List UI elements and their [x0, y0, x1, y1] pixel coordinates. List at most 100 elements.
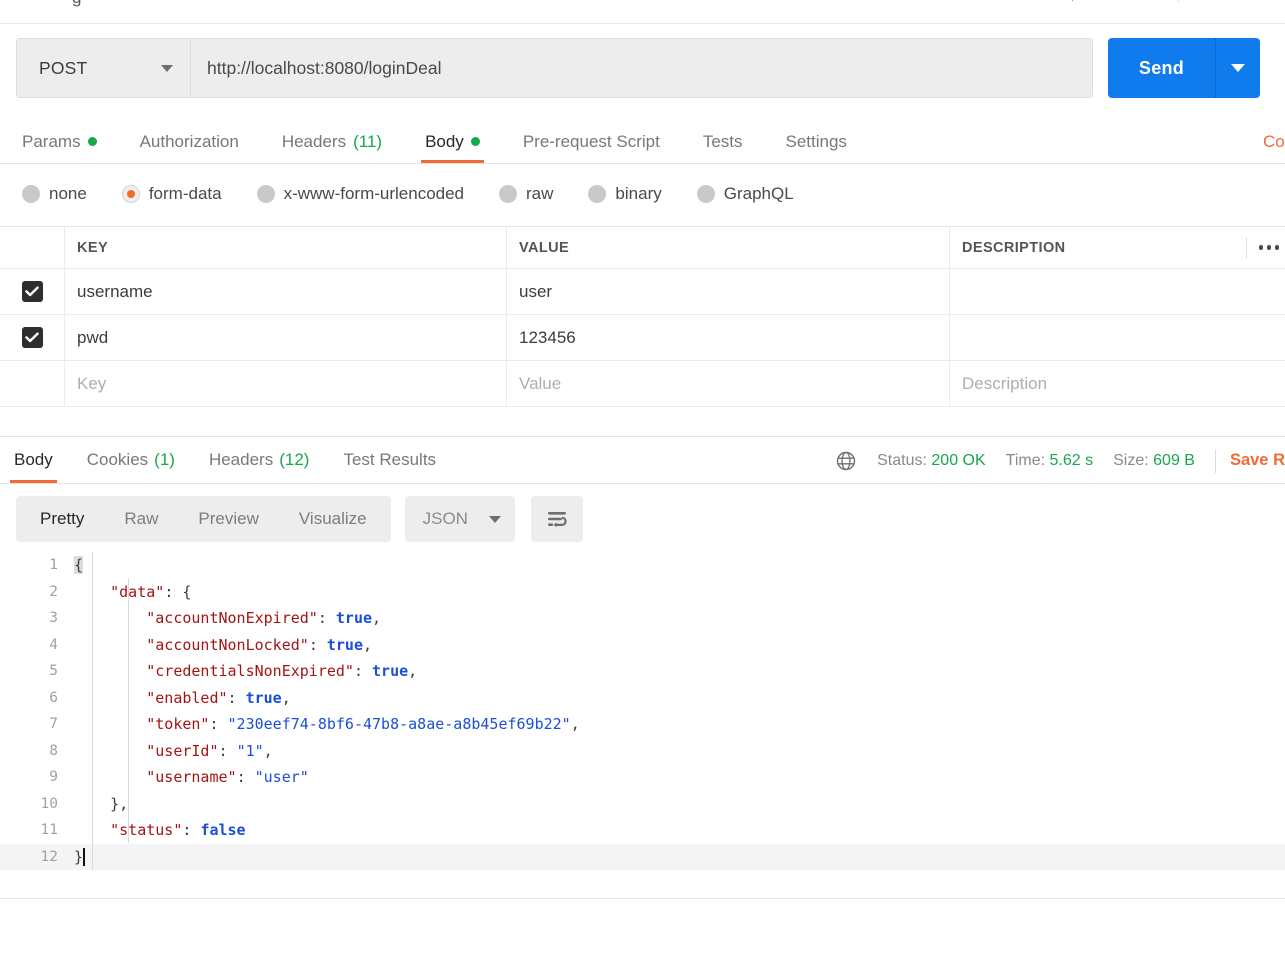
time-label: Time:: [1005, 451, 1046, 469]
response-tab-headers[interactable]: Headers (12): [209, 436, 310, 483]
code-line: 9 "username": "user": [0, 764, 1285, 791]
request-tab-label: Headers: [281, 131, 347, 151]
body-type-label: raw: [526, 184, 554, 203]
response-body-viewer[interactable]: 1 {2 "data": { 3 "accountNonExpired": true…: [0, 552, 1285, 897]
body-type-binary[interactable]: binary: [588, 184, 662, 204]
format-tab-visualize[interactable]: Visualize: [279, 496, 387, 542]
line-number: 9: [49, 769, 58, 786]
response-tab-count: (12): [279, 449, 310, 469]
code-line-text: }: [74, 847, 86, 866]
body-type-none[interactable]: none: [22, 184, 87, 204]
time-value: 5.62 s: [1049, 451, 1094, 469]
radio-icon: [499, 185, 518, 203]
row-value-cell[interactable]: user: [507, 269, 950, 314]
row-key-cell[interactable]: pwd: [65, 315, 507, 360]
table-row[interactable]: username user: [0, 269, 1285, 315]
row-description-cell[interactable]: Description: [950, 361, 1285, 406]
send-button-group: Send: [1108, 38, 1260, 98]
row-key-cell[interactable]: username: [65, 269, 507, 314]
body-type-label: binary: [615, 184, 662, 203]
language-dropdown[interactable]: JSON: [404, 496, 515, 542]
request-tab-headers[interactable]: Headers (11): [282, 120, 382, 163]
row-value-cell[interactable]: Value: [507, 361, 950, 406]
row-enabled-checkbox[interactable]: [21, 327, 43, 348]
format-tab-preview[interactable]: Preview: [178, 496, 278, 542]
request-tab-settings[interactable]: Settings: [786, 120, 847, 163]
row-value-cell-text: 123456: [519, 327, 576, 347]
http-method-dropdown[interactable]: POST: [17, 39, 191, 97]
line-number: 8: [49, 742, 58, 759]
request-tab-count: (11): [353, 131, 383, 151]
header-checkbox-cell: [0, 227, 65, 268]
time-metric: Time: 5.62 s: [1006, 452, 1093, 470]
line-number: 12: [40, 848, 58, 865]
code-line-text: {: [74, 556, 84, 575]
header-key: KEY: [77, 239, 109, 256]
request-tab-tests[interactable]: Tests: [703, 120, 743, 163]
code-line: 8 "userId": "1",: [0, 738, 1285, 765]
body-type-label: none: [49, 184, 87, 203]
code-line-text: "accountNonExpired": true,: [146, 609, 382, 628]
response-tab-test-results[interactable]: Test Results: [343, 436, 436, 483]
response-format-toolbar: Pretty Raw Preview Visualize JSON: [16, 496, 583, 542]
status-label: Status:: [877, 451, 927, 469]
word-wrap-icon: [547, 512, 567, 528]
top-divider-1: [1072, 0, 1073, 1]
code-line-text: "status": false: [110, 821, 246, 840]
request-tab-label: Tests: [702, 131, 743, 151]
row-description-cell[interactable]: [950, 315, 1285, 360]
response-tab-label: Body: [14, 449, 53, 469]
send-options-dropdown[interactable]: [1216, 38, 1260, 98]
line-number: 3: [49, 610, 58, 627]
body-type-form-data[interactable]: form-data: [121, 184, 222, 204]
line-number: 7: [49, 716, 58, 733]
row-enabled-checkbox[interactable]: [21, 281, 43, 302]
format-tab-pretty[interactable]: Pretty: [20, 496, 104, 542]
format-tab-group: Pretty Raw Preview Visualize: [16, 496, 391, 542]
indent-guide-1: [128, 578, 129, 843]
save-response-link[interactable]: Save R: [1230, 451, 1285, 470]
word-wrap-button[interactable]: [530, 496, 583, 542]
format-tab-raw[interactable]: Raw: [104, 496, 178, 542]
radio-icon: [696, 185, 715, 203]
row-checkbox-cell: [0, 361, 65, 406]
response-tab-body[interactable]: Body: [10, 436, 57, 483]
request-tab-params[interactable]: Params: [22, 120, 97, 163]
table-options-icon[interactable]: [1245, 236, 1279, 259]
request-cookies-link[interactable]: Co: [1263, 120, 1285, 163]
row-key-cell[interactable]: Key: [65, 361, 507, 406]
body-type-x-www-form-urlencoded[interactable]: x-www-form-urlencoded: [256, 184, 465, 204]
chevron-down-icon: [161, 64, 173, 72]
request-tab-pre-request-script[interactable]: Pre-request Script: [523, 120, 660, 163]
radio-icon: [121, 185, 140, 203]
size-value: 609 B: [1153, 451, 1195, 469]
method-url-group: POST http://localhost:8080/loginDeal: [16, 38, 1093, 98]
request-tab-body[interactable]: Body: [421, 120, 484, 163]
body-type-label: GraphQL: [723, 184, 794, 203]
code-line: 10 },: [0, 791, 1285, 818]
line-number: 5: [49, 663, 58, 680]
body-type-raw[interactable]: raw: [499, 184, 553, 204]
line-number: 1: [49, 557, 58, 574]
row-value-cell-text: Value: [519, 373, 562, 393]
request-tab-label: Params: [22, 131, 81, 151]
body-type-label: x-www-form-urlencoded: [283, 184, 465, 203]
response-bar: Body Cookies (1) Headers (12) Test Results St…: [0, 436, 1285, 484]
window-top-strip: g: [0, 0, 1285, 24]
row-checkbox-cell: [0, 315, 65, 360]
table-row[interactable]: pwd 123456: [0, 315, 1285, 361]
body-type-graphql[interactable]: GraphQL: [696, 184, 794, 204]
table-row-new[interactable]: Key Value Description: [0, 361, 1285, 407]
line-number: 6: [49, 689, 58, 706]
request-tab-label: Authorization: [139, 131, 239, 151]
row-description-cell[interactable]: [950, 269, 1285, 314]
table-header-row: KEY VALUE DESCRIPTION: [0, 227, 1285, 269]
request-tab-authorization[interactable]: Authorization: [140, 120, 239, 163]
url-input[interactable]: http://localhost:8080/loginDeal: [191, 39, 1092, 97]
code-line-text: "enabled": true,: [146, 688, 291, 707]
send-button[interactable]: Send: [1108, 38, 1215, 98]
response-tab-cookies[interactable]: Cookies (1): [87, 436, 175, 483]
row-value-cell[interactable]: 123456: [507, 315, 950, 360]
code-line: 2 "data": {: [0, 579, 1285, 606]
indent-guide-0: [92, 552, 93, 870]
